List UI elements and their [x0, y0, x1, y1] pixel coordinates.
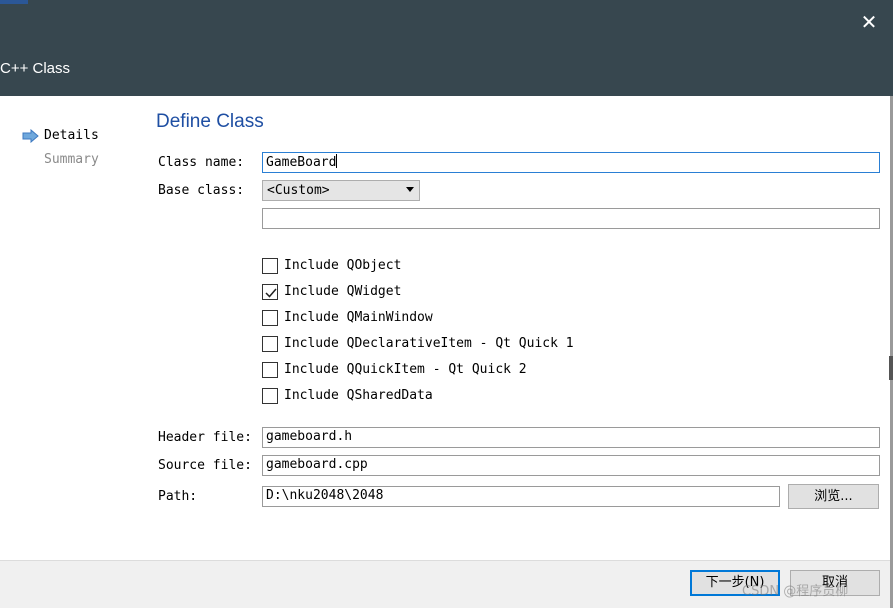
class-name-input[interactable]: GameBoard: [262, 152, 880, 173]
page-title: Define Class: [156, 111, 264, 132]
source-file-input[interactable]: gameboard.cpp: [262, 455, 880, 476]
close-icon[interactable]: ✕: [852, 8, 886, 36]
checkbox-label: Include QWidget: [284, 284, 402, 299]
base-class-label: Base class:: [158, 183, 245, 198]
window-title: C++ Class: [0, 60, 71, 77]
checkbox-box: [262, 388, 278, 404]
checkbox-label: Include QMainWindow: [284, 310, 433, 325]
header-file-input[interactable]: gameboard.h: [262, 427, 880, 448]
arrow-right-icon: [22, 129, 39, 143]
path-label: Path:: [158, 489, 198, 504]
checkbox-label: Include QQuickItem - Qt Quick 2: [284, 362, 527, 377]
step-label: Details: [44, 128, 99, 143]
source-file-label: Source file:: [158, 458, 252, 473]
checkbox-box: [262, 362, 278, 378]
checkbox-box: [262, 258, 278, 274]
header-file-label: Header file:: [158, 430, 252, 445]
base-class-select[interactable]: <Custom>: [262, 180, 420, 201]
browse-button[interactable]: 浏览...: [788, 484, 879, 509]
step-label: Summary: [44, 152, 99, 167]
title-bar: C++ Class ✕: [0, 0, 893, 96]
custom-base-class-input[interactable]: [262, 208, 880, 229]
path-input[interactable]: D:\nku2048\2048: [262, 486, 780, 507]
checkbox-box: [262, 336, 278, 352]
title-bar-accent: [0, 0, 28, 4]
checkmark-icon: [265, 288, 277, 298]
checkbox-label: Include QSharedData: [284, 388, 433, 403]
checkbox-label: Include QObject: [284, 258, 402, 273]
class-name-label: Class name:: [158, 155, 245, 170]
resize-grip: [889, 356, 893, 380]
base-class-selected: <Custom>: [267, 183, 330, 198]
dropdown-arrow-icon: [406, 187, 414, 192]
checkbox-box: [262, 310, 278, 326]
class-name-value: GameBoard: [266, 155, 337, 170]
checkbox-box: [262, 284, 278, 300]
text-caret: [336, 154, 338, 168]
watermark: CSDN @程序员柳: [742, 584, 849, 599]
checkbox-label: Include QDeclarativeItem - Qt Quick 1: [284, 336, 574, 351]
